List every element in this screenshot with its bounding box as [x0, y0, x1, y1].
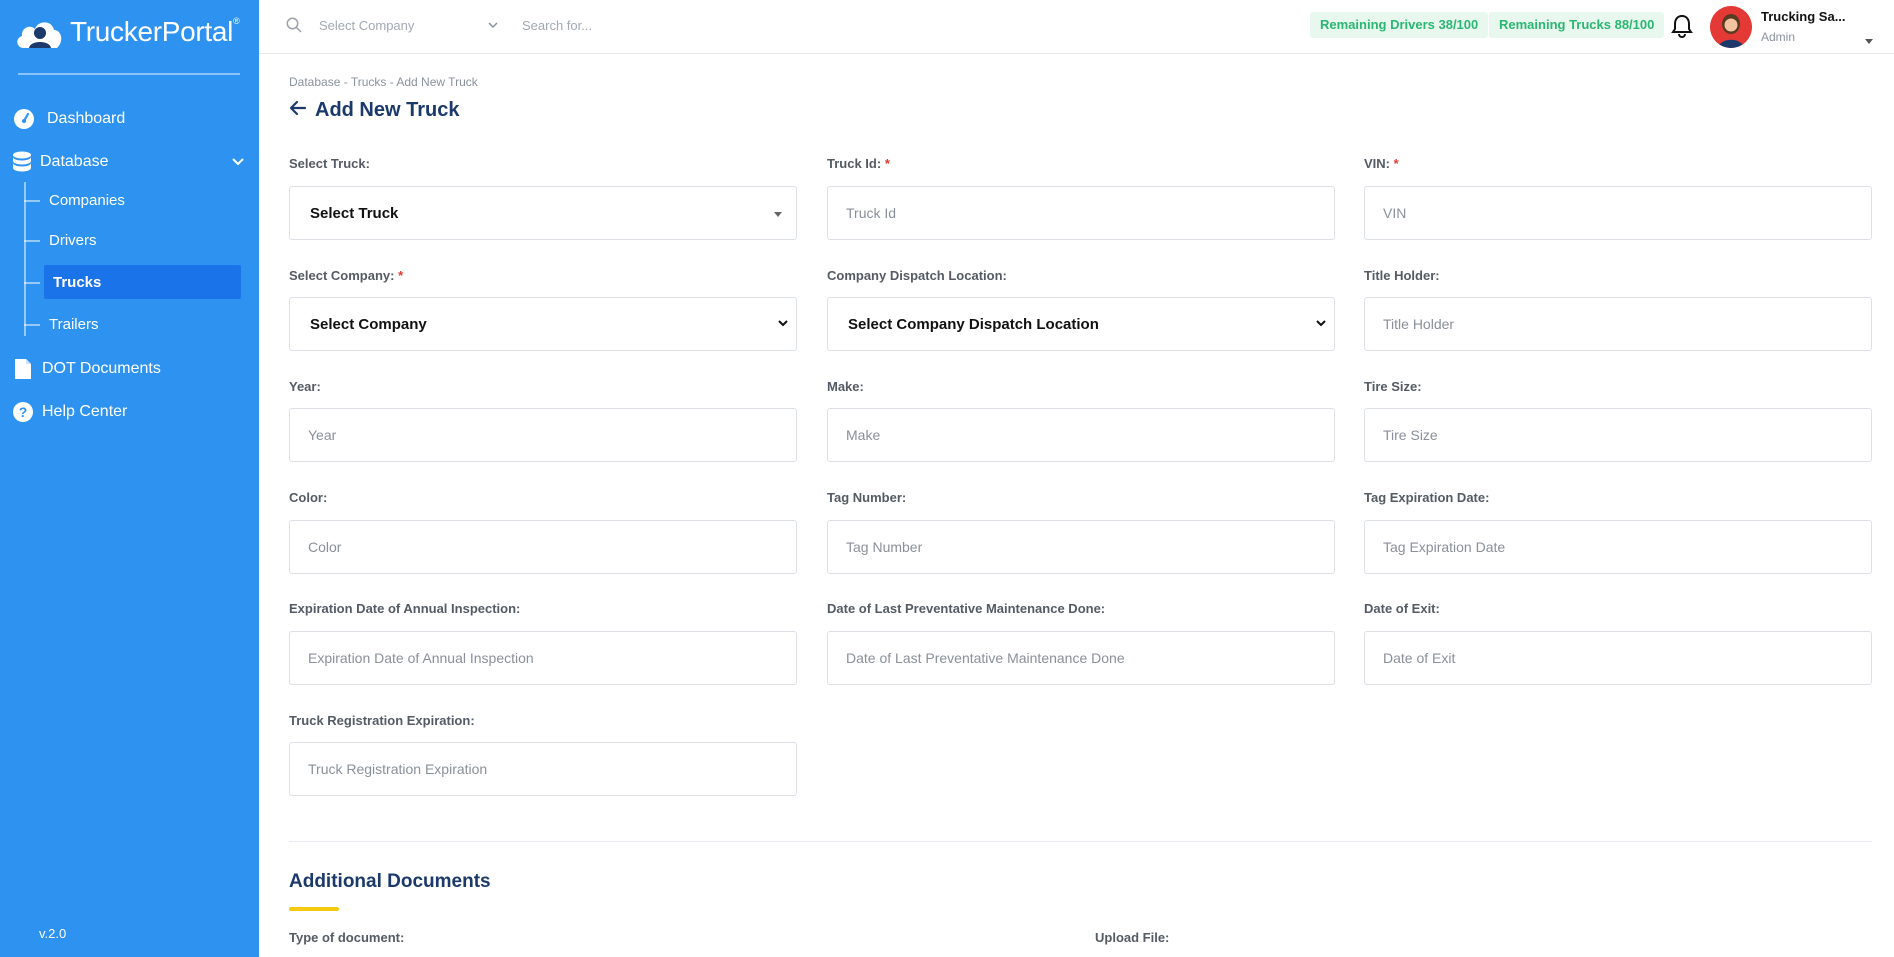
- dispatch-location-label: Company Dispatch Location:: [827, 268, 1007, 283]
- logo-text: TruckerPortal®: [70, 16, 240, 47]
- top-header: Select Company Search for... Remaining D…: [259, 0, 1894, 54]
- logo-cloud-icon: [14, 14, 66, 50]
- sub-nav-branch: [24, 240, 40, 242]
- sub-nav-branch: [24, 200, 40, 202]
- last-maintenance-field[interactable]: Date of Last Preventative Maintenance Do…: [827, 631, 1335, 685]
- registration-expiration-label: Truck Registration Expiration:: [289, 713, 475, 728]
- title-holder-label: Title Holder:: [1364, 268, 1440, 283]
- app-version: v.2.0: [39, 926, 67, 941]
- remaining-drivers-badge: Remaining Drivers 38/100: [1310, 12, 1489, 38]
- annual-inspection-label: Expiration Date of Annual Inspection:: [289, 601, 521, 616]
- chevron-down-icon[interactable]: [231, 154, 245, 173]
- sidebar-item-label: Database: [40, 153, 109, 170]
- sidebar-item-dot-documents[interactable]: DOT Documents: [0, 351, 259, 387]
- logo[interactable]: TruckerPortal®: [14, 14, 240, 50]
- sidebar-item-label: Dashboard: [47, 110, 126, 127]
- date-of-exit-label: Date of Exit:: [1364, 601, 1440, 616]
- company-select[interactable]: Select Company: [319, 18, 414, 33]
- dispatch-location-value: Select Company Dispatch Location: [848, 315, 1099, 333]
- tag-expiration-field[interactable]: Tag Expiration Date: [1364, 520, 1872, 574]
- chevron-down-icon[interactable]: [487, 18, 499, 36]
- select-truck-value: Select Truck: [310, 204, 399, 222]
- sidebar-item-database[interactable]: Database: [0, 144, 259, 180]
- user-role: Admin: [1761, 30, 1796, 44]
- vin-field[interactable]: VIN: [1364, 186, 1872, 240]
- tag-number-label: Tag Number:: [827, 490, 907, 505]
- sub-nav-branch: [24, 324, 40, 326]
- bell-icon[interactable]: [1671, 14, 1693, 43]
- tag-expiration-label: Tag Expiration Date:: [1364, 490, 1490, 505]
- back-arrow-icon[interactable]: [289, 99, 307, 122]
- sub-nav-tree-line: [24, 182, 26, 336]
- year-label: Year:: [289, 379, 321, 394]
- search-icon: [286, 17, 302, 38]
- make-field[interactable]: Make: [827, 408, 1335, 462]
- document-icon: [12, 358, 34, 380]
- select-truck-dropdown[interactable]: Select Truck: [289, 186, 797, 240]
- year-field[interactable]: Year: [289, 408, 797, 462]
- select-company-value: Select Company: [310, 315, 427, 333]
- additional-documents-title: Additional Documents: [289, 871, 491, 892]
- make-label: Make:: [827, 379, 864, 394]
- sidebar-subitem-label: Companies: [49, 191, 125, 209]
- sidebar-subitem-trailers[interactable]: Trailers: [44, 307, 241, 341]
- page-title-text: Add New Truck: [315, 99, 460, 121]
- annual-inspection-field[interactable]: Expiration Date of Annual Inspection: [289, 631, 797, 685]
- color-field[interactable]: Color: [289, 520, 797, 574]
- tag-number-field[interactable]: Tag Number: [827, 520, 1335, 574]
- caret-down-icon: [774, 212, 782, 217]
- section-divider: [289, 841, 1872, 842]
- svg-text:?: ?: [19, 404, 28, 420]
- color-label: Color:: [289, 490, 328, 505]
- registration-expiration-field[interactable]: Truck Registration Expiration: [289, 742, 797, 796]
- sidebar-item-label: Help Center: [42, 403, 128, 420]
- vin-label: VIN: *: [1364, 156, 1399, 171]
- sub-nav-branch: [24, 282, 40, 284]
- last-maintenance-label: Date of Last Preventative Maintenance Do…: [827, 601, 1106, 616]
- chevron-down-icon: [1314, 316, 1328, 334]
- caret-down-icon[interactable]: [1864, 33, 1874, 51]
- sidebar-subitem-drivers[interactable]: Drivers: [44, 223, 241, 257]
- date-of-exit-field[interactable]: Date of Exit: [1364, 631, 1872, 685]
- select-company-dropdown[interactable]: Select Company: [289, 297, 797, 351]
- chevron-down-icon: [776, 316, 790, 334]
- sidebar-subitem-label: Drivers: [49, 231, 97, 249]
- title-holder-field[interactable]: Title Holder: [1364, 297, 1872, 351]
- tire-size-label: Tire Size:: [1364, 379, 1422, 394]
- logo-divider: [18, 73, 240, 75]
- dispatch-location-dropdown[interactable]: Select Company Dispatch Location: [827, 297, 1335, 351]
- select-company-label: Select Company: *: [289, 268, 404, 283]
- upload-file-label: Upload File:: [1095, 930, 1170, 945]
- sidebar-item-label: DOT Documents: [42, 360, 161, 377]
- sidebar: TruckerPortal® Dashboard Database Compan…: [0, 0, 259, 957]
- truck-id-field[interactable]: Truck Id: [827, 186, 1335, 240]
- section-underline: [289, 907, 339, 911]
- sidebar-item-dashboard[interactable]: Dashboard: [0, 101, 259, 137]
- help-circle-icon: ?: [12, 401, 34, 423]
- page-title: Add New Truck: [289, 99, 459, 122]
- sidebar-subitem-trucks[interactable]: Trucks: [44, 265, 241, 299]
- user-name[interactable]: Trucking Sa...: [1761, 9, 1846, 24]
- sidebar-subitem-label: Trailers: [49, 315, 99, 333]
- truck-id-label: Truck Id: *: [827, 156, 890, 171]
- sidebar-subitem-companies[interactable]: Companies: [44, 183, 241, 217]
- tire-size-field[interactable]: Tire Size: [1364, 408, 1872, 462]
- dashboard-gauge-icon: [13, 108, 35, 130]
- document-type-label: Type of document:: [289, 930, 405, 945]
- remaining-trucks-badge: Remaining Trucks 88/100: [1489, 12, 1665, 38]
- select-truck-label: Select Truck:: [289, 156, 370, 171]
- search-input[interactable]: Search for...: [522, 18, 592, 33]
- breadcrumb: Database - Trucks - Add New Truck: [289, 75, 478, 89]
- database-icon: [11, 151, 33, 173]
- avatar[interactable]: [1710, 6, 1752, 48]
- sidebar-item-help-center[interactable]: ? Help Center: [0, 394, 259, 430]
- sidebar-subitem-label: Trucks: [53, 273, 102, 291]
